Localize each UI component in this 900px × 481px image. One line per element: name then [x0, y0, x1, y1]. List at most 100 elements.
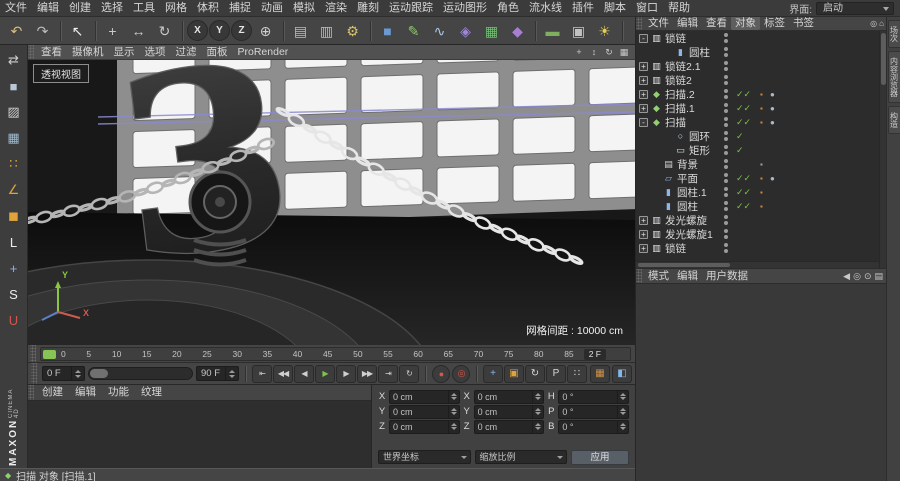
- visibility-dots-icon[interactable]: [724, 33, 728, 37]
- menubar-item[interactable]: 运动跟踪: [384, 0, 438, 17]
- menubar-item[interactable]: 体积: [192, 0, 224, 17]
- viewport-menu-item[interactable]: 面板: [202, 45, 233, 60]
- coordinate-system-dropdown[interactable]: 世界坐标: [378, 450, 471, 464]
- spline-primitive-button[interactable]: ∿: [427, 19, 452, 43]
- move-tool-icon[interactable]: +: [100, 19, 125, 43]
- object-name[interactable]: 发光螺旋1: [665, 227, 713, 242]
- rotation-field[interactable]: 0 °: [558, 419, 630, 434]
- object-row[interactable]: ▮ 圆柱 ✓✓ ▪: [636, 199, 887, 213]
- position-field[interactable]: 0 cm: [389, 404, 460, 419]
- goto-start-button[interactable]: ⇤: [252, 364, 272, 383]
- key-position-button[interactable]: +: [483, 364, 503, 383]
- object-tag-icon[interactable]: ▪: [760, 160, 763, 169]
- expand-toggle-icon[interactable]: +: [639, 61, 648, 71]
- search-icon[interactable]: ◎: [853, 271, 861, 282]
- loop-button[interactable]: ↻: [399, 364, 419, 383]
- prev-frame-button[interactable]: ◀: [294, 364, 314, 383]
- stepper-icon[interactable]: [617, 420, 628, 433]
- visibility-dots-icon[interactable]: [724, 117, 728, 121]
- enable-check-icons[interactable]: ✓✓: [736, 173, 751, 184]
- position-field[interactable]: 0 cm: [389, 389, 460, 404]
- position-field[interactable]: 0 cm: [389, 419, 460, 434]
- enable-check-icons[interactable]: ✓✓: [736, 187, 751, 198]
- subdivision-surface-button[interactable]: ◈: [453, 19, 478, 43]
- viewport-menu-item[interactable]: 过滤: [171, 45, 202, 60]
- point-mode-icon[interactable]: ∷: [2, 152, 26, 176]
- lock-icon[interactable]: ⊙: [864, 271, 872, 282]
- object-tag-icon[interactable]: ▪: [760, 188, 763, 197]
- expand-toggle-icon[interactable]: +: [639, 229, 648, 239]
- texture-mode-icon[interactable]: ▨: [2, 100, 26, 124]
- object-name[interactable]: 背景: [677, 157, 698, 172]
- deformer-button[interactable]: ◆: [505, 19, 530, 43]
- key-parameter-button[interactable]: P: [546, 364, 566, 383]
- object-name[interactable]: 扫描.2: [665, 87, 695, 102]
- object-manager-menu-item[interactable]: 书签: [789, 16, 818, 30]
- coordinate-system-button[interactable]: ⊕: [253, 19, 278, 43]
- object-name[interactable]: 锁链: [665, 31, 686, 46]
- object-row[interactable]: ▭ 矩形 ✓: [636, 143, 887, 157]
- object-name[interactable]: 圆环: [689, 129, 710, 144]
- stepper-icon[interactable]: [617, 405, 628, 418]
- stepper-icon[interactable]: [447, 420, 459, 433]
- expand-toggle-icon[interactable]: +: [639, 243, 648, 253]
- menubar-item[interactable]: 运动图形: [438, 0, 492, 17]
- attribute-menu-item[interactable]: 用户数据: [702, 268, 752, 285]
- size-field[interactable]: 0 cm: [473, 419, 545, 434]
- viewport-zoom-icon[interactable]: ↕: [588, 47, 600, 58]
- object-manager-menu-item[interactable]: 文件: [644, 16, 673, 30]
- render-settings-button[interactable]: ⚙: [340, 19, 365, 43]
- object-name[interactable]: 圆柱.1: [677, 185, 707, 200]
- enable-check-icons[interactable]: ✓: [736, 131, 744, 142]
- visibility-dots-icon[interactable]: [724, 145, 728, 149]
- object-name[interactable]: 圆柱: [677, 199, 698, 214]
- object-row[interactable]: ○ 圆环 ✓: [636, 129, 887, 143]
- current-frame-badge[interactable]: 2 F: [583, 348, 606, 360]
- menubar-item[interactable]: 窗口: [631, 0, 663, 17]
- object-name[interactable]: 锁链2.1: [665, 59, 701, 74]
- end-frame-field[interactable]: 90 F: [196, 366, 239, 381]
- object-name[interactable]: 发光螺旋: [665, 213, 707, 228]
- stepper-icon[interactable]: [447, 390, 459, 403]
- visibility-dots-icon[interactable]: [724, 215, 728, 219]
- object-row[interactable]: + ▥ 锁链2.1: [636, 59, 887, 73]
- enable-check-icons[interactable]: ✓: [736, 145, 744, 156]
- object-tag-icon[interactable]: ▪: [760, 104, 763, 113]
- object-row[interactable]: ▮ 圆柱.1 ✓✓ ▪: [636, 185, 887, 199]
- menubar-item[interactable]: 选择: [96, 0, 128, 17]
- stepper-icon[interactable]: [71, 367, 84, 380]
- viewport-rotate-icon[interactable]: ↻: [603, 47, 615, 58]
- dock-tab[interactable]: 场次: [887, 20, 900, 48]
- menubar-item[interactable]: 插件: [567, 0, 599, 17]
- range-slider-handle[interactable]: [90, 369, 108, 378]
- apply-button[interactable]: 应用: [571, 449, 629, 465]
- visibility-dots-icon[interactable]: [724, 61, 728, 65]
- object-row[interactable]: + ▥ 锁链: [636, 241, 887, 255]
- menubar-item[interactable]: 雕刻: [352, 0, 384, 17]
- menubar-item[interactable]: 帮助: [663, 0, 695, 17]
- visibility-dots-icon[interactable]: [724, 201, 728, 205]
- object-tag-icon[interactable]: ▪: [760, 90, 763, 99]
- menubar-item[interactable]: 渲染: [320, 0, 352, 17]
- timeline-range-slider[interactable]: [88, 367, 193, 380]
- object-tree[interactable]: - ▥ 锁链 ▮ 圆柱 + ▥ 锁链2.1 + ▥ 锁链2 + ◆ 扫描.2 ✓…: [636, 31, 887, 268]
- snap-icon[interactable]: U: [2, 308, 26, 332]
- visibility-dots-icon[interactable]: [724, 243, 728, 247]
- viewport-canvas[interactable]: 3 透视视图 网格间距 : 10000 cm Y: [28, 60, 635, 345]
- menubar-item[interactable]: 编辑: [32, 0, 64, 17]
- object-row[interactable]: + ▥ 发光螺旋1: [636, 227, 887, 241]
- object-row[interactable]: + ▥ 发光螺旋: [636, 213, 887, 227]
- mograph-cloner-button[interactable]: ▦: [479, 19, 504, 43]
- key-pla-button[interactable]: ∷: [567, 364, 587, 383]
- menubar-item[interactable]: 角色: [492, 0, 524, 17]
- axis-mode-icon[interactable]: L: [2, 230, 26, 254]
- expand-toggle-icon[interactable]: +: [639, 103, 648, 113]
- object-name[interactable]: 扫描.1: [665, 101, 695, 116]
- material-list-area[interactable]: [28, 401, 371, 467]
- object-tag-icon[interactable]: ●: [770, 174, 775, 183]
- viewport-menu-item[interactable]: 摄像机: [67, 45, 109, 60]
- rotate-tool-icon[interactable]: ↻: [152, 19, 177, 43]
- panel-menu-icon[interactable]: ▤: [874, 271, 883, 282]
- object-tag-icon[interactable]: ▪: [760, 174, 763, 183]
- viewport-maximize-icon[interactable]: ▦: [618, 47, 630, 58]
